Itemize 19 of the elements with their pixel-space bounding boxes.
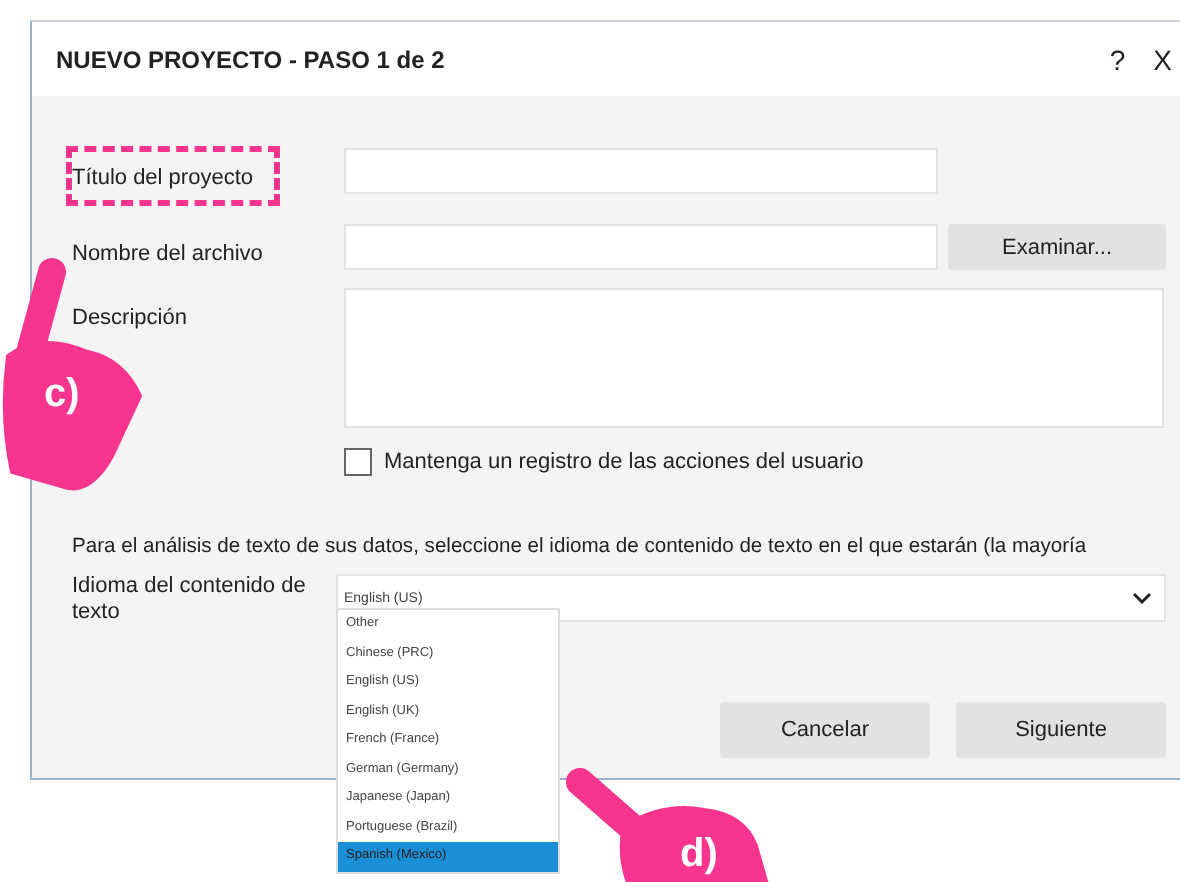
text-field[interactable] xyxy=(344,148,938,194)
annotation-label: d) xyxy=(680,832,718,878)
field-label: Idioma del contenido de texto xyxy=(72,574,308,626)
field-label: Descripción xyxy=(72,306,187,330)
field-label: Título del proyecto xyxy=(72,166,253,190)
chevron-down-icon xyxy=(1132,592,1152,604)
instruction-text: Para el análisis de texto de sus datos, seleccione el idioma de contenido de texto en el que estarán (la mayoría xyxy=(72,536,1089,558)
file-name-field[interactable] xyxy=(344,224,938,270)
checkbox-label: Mantenga un registro de las acciones del usuario xyxy=(384,450,864,474)
annotation-label: c) xyxy=(44,372,80,418)
dialog-button[interactable]: Siguiente xyxy=(956,702,1166,758)
checkbox[interactable] xyxy=(344,448,372,476)
help-button[interactable]: ? xyxy=(1105,43,1130,75)
window-title: NUEVO PROYECTO - PASO 1 de 2 xyxy=(56,45,445,73)
browse-button[interactable]: Examinar... xyxy=(948,224,1166,270)
description-field[interactable] xyxy=(344,288,1164,428)
dialog-button[interactable]: Cancelar xyxy=(720,702,930,758)
close-button[interactable]: X xyxy=(1149,43,1176,75)
field-label: Nombre del archivo xyxy=(72,242,263,266)
